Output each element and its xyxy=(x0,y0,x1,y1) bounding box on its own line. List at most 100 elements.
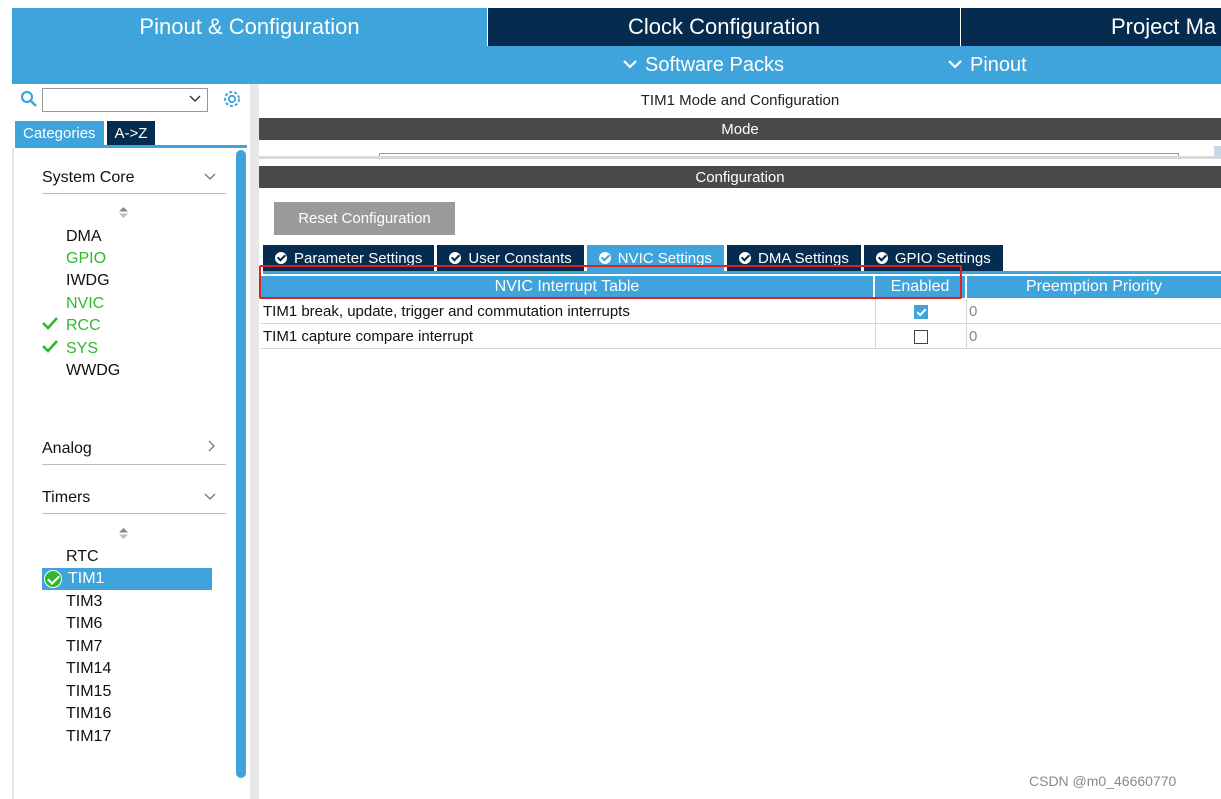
item-label: SYS xyxy=(66,340,99,357)
page-title: TIM1 Mode and Configuration xyxy=(640,92,840,109)
tab-clock-configuration[interactable]: Clock Configuration xyxy=(487,8,960,46)
tab-dma-settings[interactable]: DMA Settings xyxy=(727,245,861,271)
list-item-tim7[interactable]: TIM7 xyxy=(66,636,102,658)
enabled-cell xyxy=(875,324,965,349)
check-circle-icon xyxy=(598,252,611,264)
list-item-wwdg[interactable]: WWDG xyxy=(66,360,120,382)
list-item-rtc[interactable]: RTC xyxy=(66,546,99,568)
column-header-interrupt[interactable]: NVIC Interrupt Table xyxy=(261,276,873,298)
software-packs-menu[interactable]: Software Packs xyxy=(623,46,784,84)
top-tab-bar: Pinout & Configuration Clock Configurati… xyxy=(12,8,1221,46)
column-header-preemption-priority[interactable]: Preemption Priority xyxy=(967,276,1221,298)
item-label: TIM1 xyxy=(68,570,105,587)
list-item-tim16[interactable]: TIM16 xyxy=(66,703,111,725)
priority-value[interactable]: 0 xyxy=(966,324,1221,349)
group-analog[interactable]: Analog xyxy=(42,433,226,465)
chevron-down-icon[interactable] xyxy=(189,92,201,106)
list-item-iwdg[interactable]: IWDG xyxy=(66,270,110,292)
group-label: System Core xyxy=(42,168,135,186)
chevron-down-icon xyxy=(948,56,962,74)
search-input[interactable] xyxy=(42,88,208,112)
item-label: DMA xyxy=(66,228,102,245)
list-item-tim1[interactable]: TIM1 xyxy=(42,568,212,590)
item-label: TIM14 xyxy=(66,660,112,677)
item-label: RCC xyxy=(66,317,101,334)
list-item-tim17[interactable]: TIM17 xyxy=(66,726,111,748)
tab-label: Parameter Settings xyxy=(294,249,423,267)
category-list: System Core DMA GPIO IWDG NVIC RCC SYS W… xyxy=(12,148,237,799)
item-label: GPIO xyxy=(66,250,107,267)
software-packs-label: Software Packs xyxy=(645,53,784,76)
check-icon xyxy=(42,315,58,337)
tab-label: GPIO Settings xyxy=(894,249,991,267)
list-item-gpio[interactable]: GPIO xyxy=(66,248,106,270)
check-circle-icon xyxy=(275,252,287,264)
tab-nvic-settings[interactable]: NVIC Settings xyxy=(586,245,724,271)
sort-icon[interactable] xyxy=(119,207,128,221)
watermark: CSDN @m0_46660770 xyxy=(1029,773,1177,789)
list-item-tim3[interactable]: TIM3 xyxy=(66,591,102,613)
mode-separator[interactable] xyxy=(259,156,1221,159)
list-item-tim14[interactable]: TIM14 xyxy=(66,658,111,680)
pinout-label: Pinout xyxy=(970,53,1027,76)
list-item-tim6[interactable]: TIM6 xyxy=(66,613,102,635)
tab-label: Categories xyxy=(23,124,96,142)
category-view-tabs: Categories A->Z xyxy=(15,121,156,145)
list-item-nvic[interactable]: NVIC xyxy=(66,293,104,315)
gear-icon[interactable] xyxy=(221,88,243,110)
item-label: IWDG xyxy=(66,272,110,289)
tab-a-to-z[interactable]: A->Z xyxy=(106,121,156,145)
check-icon xyxy=(42,338,58,360)
tab-label: A->Z xyxy=(114,124,148,142)
column-header-enabled[interactable]: Enabled xyxy=(875,276,965,298)
list-item-tim15[interactable]: TIM15 xyxy=(66,681,111,703)
table-row[interactable]: TIM1 capture compare interrupt 0 xyxy=(261,324,1221,349)
item-label: WWDG xyxy=(66,362,121,379)
panel-splitter[interactable] xyxy=(250,84,259,799)
item-label: RTC xyxy=(66,548,99,565)
enabled-checkbox[interactable] xyxy=(913,329,928,344)
tab-label: Clock Configuration xyxy=(628,14,820,39)
item-label: TIM16 xyxy=(66,705,112,722)
tab-project-manager[interactable]: Project Ma xyxy=(960,8,1221,46)
enabled-checkbox[interactable] xyxy=(913,304,928,319)
chevron-down-icon xyxy=(204,168,216,184)
table-row[interactable]: TIM1 break, update, trigger and commutat… xyxy=(261,299,1221,324)
sort-icon[interactable] xyxy=(119,528,128,542)
sub-menu-bar: Software Packs Pinout xyxy=(12,46,1221,84)
tab-underline xyxy=(263,271,1221,274)
scrollbar-thumb[interactable] xyxy=(236,150,246,778)
categories-panel: Categories A->Z System Core DMA GPIO IWD… xyxy=(12,84,250,799)
tab-label: Project Ma xyxy=(1111,14,1217,39)
list-item-sys[interactable]: SYS xyxy=(42,338,99,360)
header-label: NVIC Interrupt Table xyxy=(494,278,640,295)
tab-pinout-configuration[interactable]: Pinout & Configuration xyxy=(12,8,487,46)
check-circle-icon xyxy=(739,252,751,264)
chevron-down-icon xyxy=(623,56,637,74)
item-label: TIM17 xyxy=(66,728,112,745)
mode-header: Mode xyxy=(259,118,1221,140)
mode-scrollbar[interactable] xyxy=(1214,146,1221,158)
list-item-dma[interactable]: DMA xyxy=(66,226,102,248)
priority-value[interactable]: 0 xyxy=(966,299,1221,324)
enabled-cell xyxy=(875,299,965,324)
group-timers[interactable]: Timers xyxy=(42,482,226,514)
configuration-panel: TIM1 Mode and Configuration Mode Configu… xyxy=(259,84,1221,799)
list-item-rcc[interactable]: RCC xyxy=(42,315,101,337)
header-label: Enabled xyxy=(890,278,950,295)
search-icon[interactable] xyxy=(20,90,38,108)
chevron-down-icon xyxy=(204,488,216,504)
header-label: Preemption Priority xyxy=(1025,278,1163,295)
mode-label: Mode xyxy=(721,120,759,138)
configuration-tabs: Parameter Settings User Constants NVIC S… xyxy=(263,245,1006,271)
item-label: TIM15 xyxy=(66,683,112,700)
reset-configuration-button[interactable]: Reset Configuration xyxy=(274,202,455,235)
group-system-core[interactable]: System Core xyxy=(42,162,226,194)
tab-categories[interactable]: Categories xyxy=(15,121,104,145)
tab-user-constants[interactable]: User Constants xyxy=(437,245,584,271)
group-label: Analog xyxy=(42,439,92,457)
item-label: NVIC xyxy=(66,295,105,312)
tab-gpio-settings[interactable]: GPIO Settings xyxy=(863,245,1003,271)
pinout-menu[interactable]: Pinout xyxy=(948,46,1027,84)
tab-parameter-settings[interactable]: Parameter Settings xyxy=(263,245,435,271)
